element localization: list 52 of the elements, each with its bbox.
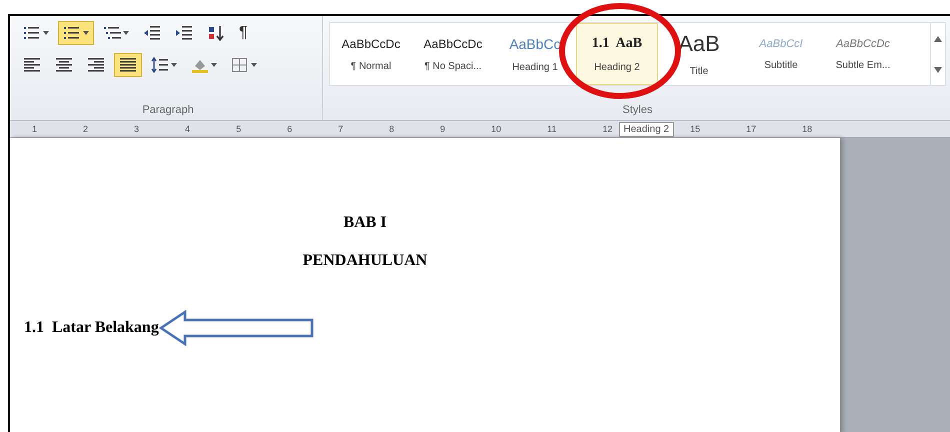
- caret-icon: [43, 31, 49, 35]
- left-arrow-icon: [158, 310, 315, 346]
- justify-icon: [119, 57, 137, 73]
- ruler-number: 10: [491, 124, 502, 134]
- bullets-icon: [23, 25, 41, 41]
- chapter-title: BAB I: [342, 214, 388, 232]
- group-label: Styles: [622, 104, 654, 118]
- ruler-number: 18: [802, 124, 812, 134]
- multilevel-icon: [103, 25, 121, 41]
- justify-button[interactable]: [114, 53, 142, 77]
- ruler-number: 15: [690, 124, 700, 134]
- style-item[interactable]: 1.1 AaB Heading 2: [576, 23, 658, 85]
- sort-icon: [207, 25, 225, 41]
- ruler-number: 4: [185, 124, 190, 134]
- chapter-title: PENDAHULUAN: [302, 252, 428, 270]
- ruler-number: 17: [746, 124, 756, 134]
- ruler-number: 3: [134, 124, 140, 134]
- style-item[interactable]: AaBbCcI Subtitle: [740, 23, 822, 85]
- ruler-number: 1: [32, 124, 38, 134]
- section-heading: 1.1 Latar Belakang: [24, 319, 159, 337]
- style-item[interactable]: AaBbCcDc ¶ Normal: [330, 23, 412, 85]
- ruler-number: 7: [338, 124, 344, 134]
- ruler-number: 11: [547, 124, 556, 134]
- numbering-button[interactable]: [58, 21, 94, 45]
- caret-icon: [211, 63, 217, 67]
- caret-icon: [251, 63, 257, 67]
- ruler-number: 5: [236, 124, 242, 134]
- ruler-number: 12: [602, 124, 613, 134]
- caret-icon: [171, 63, 177, 67]
- numbering-icon: [63, 25, 81, 41]
- align-left-icon: [23, 57, 41, 73]
- style-item[interactable]: AaB Title: [658, 23, 740, 85]
- ruler-number: 9: [440, 124, 446, 134]
- borders-icon: [231, 57, 249, 73]
- ruler-number: 2: [83, 124, 88, 134]
- ruler-number: 8: [389, 124, 394, 134]
- align-right-icon: [87, 57, 105, 73]
- style-item[interactable]: AaBbCcDc Subtle Em...: [822, 23, 904, 85]
- ruler-number: 6: [287, 124, 292, 134]
- caret-icon: [83, 31, 89, 35]
- group-label: Paragraph: [141, 104, 195, 118]
- tooltip: Heading 2: [618, 122, 674, 136]
- scroll-up-icon[interactable]: [934, 36, 942, 42]
- align-center-icon: [55, 57, 73, 73]
- decrease-indent-icon: [143, 25, 161, 41]
- increase-indent-icon: [175, 25, 193, 41]
- pilcrow-button[interactable]: ¶: [234, 21, 253, 45]
- line-spacing-icon: [151, 57, 169, 73]
- scroll-down-icon[interactable]: [934, 66, 942, 72]
- caret-icon: [123, 31, 129, 35]
- style-item[interactable]: AaBbCc Heading 1: [494, 23, 576, 85]
- style-item[interactable]: AaBbCcDc ¶ No Spaci...: [412, 23, 494, 85]
